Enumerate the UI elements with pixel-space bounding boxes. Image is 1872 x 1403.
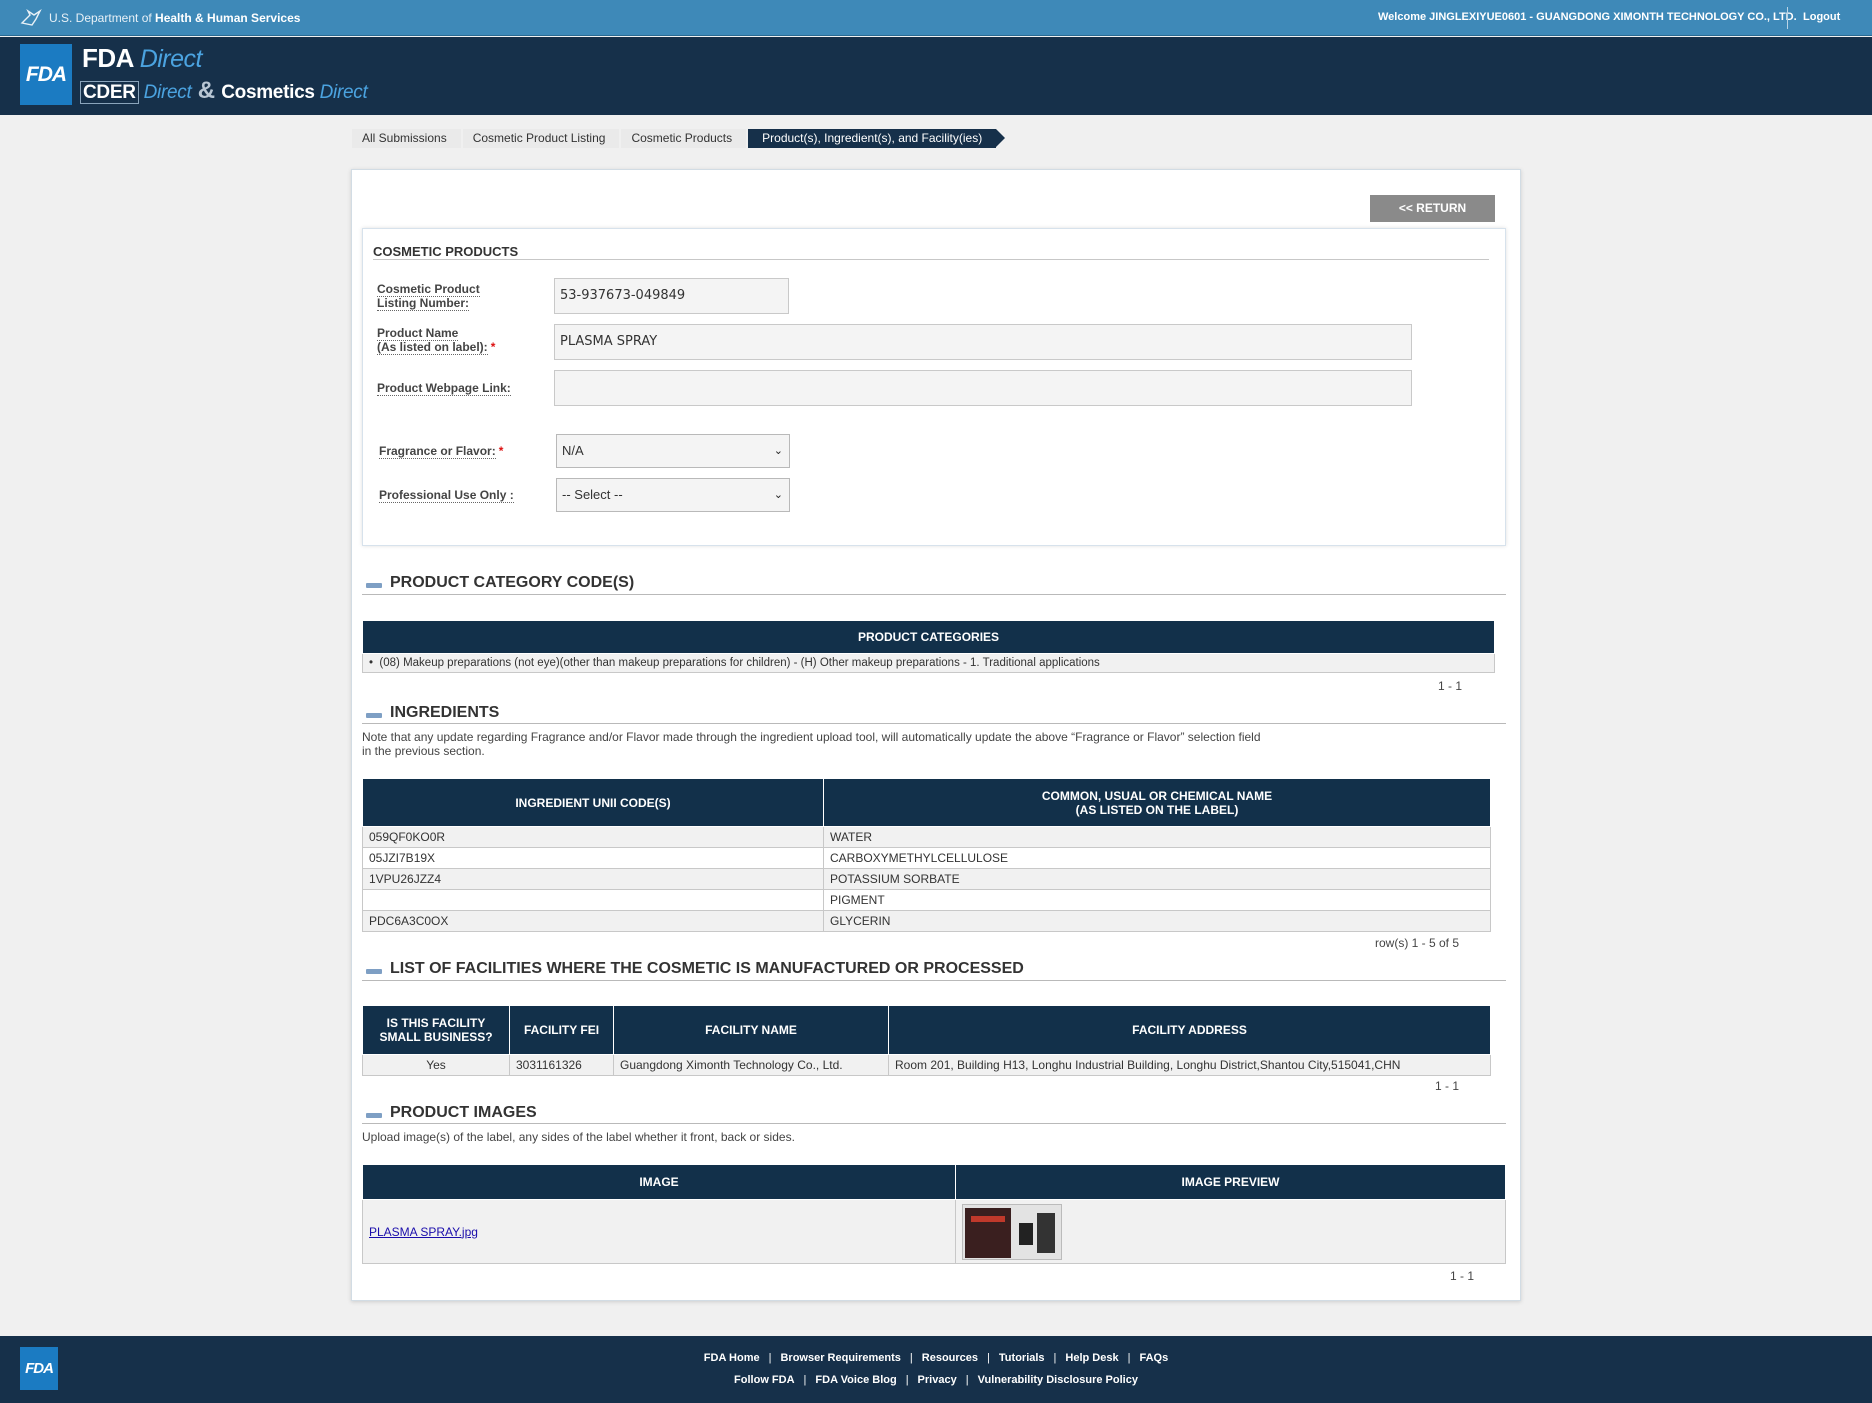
ingredients-note: Note that any update regarding Fragrance… [362, 730, 1261, 758]
cosmetic-products-title: COSMETIC PRODUCTS [373, 244, 519, 259]
ingredients-table: INGREDIENT UNII CODE(S) COMMON, USUAL OR… [362, 778, 1491, 932]
footer-link-fda-home[interactable]: FDA Home [704, 1352, 760, 1364]
required-marker: * [490, 340, 496, 354]
divider [362, 1123, 1506, 1124]
product-name-field[interactable]: PLASMA SPRAY [554, 324, 1412, 360]
product-image-thumbnail[interactable] [962, 1203, 1062, 1260]
divider [362, 594, 1506, 595]
webpage-link-label: Product Webpage Link: [377, 381, 511, 396]
footer-link-help-desk[interactable]: Help Desk [1065, 1352, 1118, 1364]
breadcrumb: All Submissions Cosmetic Product Listing… [352, 129, 1006, 148]
chevron-down-icon: ⌄ [773, 445, 783, 457]
table-row: Yes 3031161326 Guangdong Ximonth Technol… [362, 1054, 1491, 1076]
fragrance-label: Fragrance or Flavor: * [379, 444, 504, 459]
professional-use-label: Professional Use Only : [379, 488, 514, 503]
fragrance-select[interactable]: N/A ⌄ [556, 434, 790, 468]
cder-cosmetics-direct-title: CDER Direct & Cosmetics Direct [80, 77, 368, 105]
column-header-chemical-name: COMMON, USUAL OR CHEMICAL NAME (AS LISTED… [823, 778, 1491, 827]
column-header-small-business: IS THIS FACILITY SMALL BUSINESS? [362, 1005, 510, 1055]
fda-direct-title: FDA Direct [82, 43, 203, 73]
product-categories-table: PRODUCT CATEGORIES • (08) Makeup prepara… [362, 620, 1495, 673]
return-button[interactable]: << RETURN [1370, 195, 1495, 222]
breadcrumb-cosmetic-product-listing[interactable]: Cosmetic Product Listing [462, 129, 620, 148]
product-name-label: Product Name (As listed on label): * [377, 326, 496, 355]
product-images-table: IMAGE IMAGE PREVIEW PLASMA SPRAY.jpg [362, 1164, 1506, 1264]
table-row: PIGMENT [362, 889, 1491, 911]
logout-link[interactable]: Logout [1803, 11, 1840, 23]
collapse-icon[interactable] [366, 583, 382, 588]
collapse-icon[interactable] [366, 1113, 382, 1118]
table-row: 059QF0KO0R WATER [362, 826, 1491, 848]
webpage-link-field[interactable] [554, 370, 1412, 406]
collapse-icon[interactable] [366, 969, 382, 974]
divider [1787, 7, 1788, 29]
pagination-info: 1 - 1 [1438, 679, 1463, 693]
professional-use-select[interactable]: -- Select -- ⌄ [556, 478, 790, 512]
column-header-unii: INGREDIENT UNII CODE(S) [362, 778, 824, 827]
footer-link-privacy[interactable]: Privacy [918, 1374, 957, 1386]
footer-link-follow-fda[interactable]: Follow FDA [734, 1374, 795, 1386]
footer: FDA FDA Home | Browser Requirements | Resour… [0, 1336, 1872, 1403]
divider [362, 980, 1506, 981]
images-note: Upload image(s) of the label, any sides … [362, 1130, 795, 1144]
table-row: • (08) Makeup preparations (not eye)(oth… [362, 653, 1495, 673]
divider [362, 723, 1506, 724]
footer-link-browser-requirements[interactable]: Browser Requirements [780, 1352, 900, 1364]
listing-number-field[interactable]: 53-937673-049849 [554, 278, 789, 314]
column-header: PRODUCT CATEGORIES [362, 620, 1495, 654]
chevron-down-icon: ⌄ [773, 489, 783, 501]
fda-logo[interactable]: FDA [20, 44, 72, 105]
footer-link-tutorials[interactable]: Tutorials [999, 1352, 1045, 1364]
column-header-image-preview: IMAGE PREVIEW [955, 1164, 1506, 1200]
facilities-section-header[interactable]: LIST OF FACILITIES WHERE THE COSMETIC IS… [362, 960, 1262, 982]
image-file-link[interactable]: PLASMA SPRAY.jpg [369, 1225, 478, 1239]
column-header-fei: FACILITY FEI [509, 1005, 614, 1055]
collapse-icon[interactable] [366, 713, 382, 718]
table-row: 05JZI7B19X CARBOXYMETHYLCELLULOSE [362, 847, 1491, 869]
category-section-header[interactable]: PRODUCT CATEGORY CODE(S) [362, 574, 962, 596]
pagination-info: row(s) 1 - 5 of 5 [1375, 936, 1460, 950]
footer-links-row-1: FDA Home | Browser Requirements | Resources |… [703, 1352, 1169, 1364]
divider [373, 259, 1489, 260]
fda-direct-header: FDA FDA Direct CDER Direct & Cosmetics D… [0, 37, 1872, 115]
footer-link-faqs[interactable]: FAQs [1139, 1352, 1168, 1364]
breadcrumb-all-submissions[interactable]: All Submissions [352, 129, 461, 148]
footer-link-fda-voice-blog[interactable]: FDA Voice Blog [815, 1374, 896, 1386]
pagination-info: 1 - 1 [1450, 1269, 1475, 1283]
table-row: 1VPU26JZZ4 POTASSIUM SORBATE [362, 868, 1491, 890]
pagination-info: 1 - 1 [1435, 1079, 1460, 1093]
footer-links-row-2: Follow FDA | FDA Voice Blog | Privacy | Vulner… [734, 1374, 1138, 1386]
hhs-eagle-icon [20, 9, 42, 26]
column-header-image: IMAGE [362, 1164, 956, 1200]
footer-link-vulnerability-disclosure[interactable]: Vulnerability Disclosure Policy [978, 1374, 1138, 1386]
facilities-table: IS THIS FACILITY SMALL BUSINESS? FACILITY… [362, 1005, 1491, 1076]
required-marker: * [498, 444, 504, 458]
listing-number-label: Cosmetic Product Listing Number: [377, 282, 480, 311]
breadcrumb-current-page: Product(s), Ingredient(s), and Facility(… [748, 129, 1006, 148]
hhs-department-text: U.S. Department of Health & Human Servic… [49, 11, 301, 25]
table-row: PLASMA SPRAY.jpg [362, 1199, 1506, 1264]
hhs-bar: U.S. Department of Health & Human Servic… [0, 0, 1872, 36]
footer-link-resources[interactable]: Resources [922, 1352, 978, 1364]
breadcrumb-cosmetic-products[interactable]: Cosmetic Products [621, 129, 747, 148]
column-header-facility-address: FACILITY ADDRESS [888, 1005, 1491, 1055]
table-row: PDC6A3C0OX GLYCERIN [362, 910, 1491, 932]
welcome-message: Welcome JINGLEXIYUE0601 - GUANGDONG XIMO… [1378, 11, 1797, 23]
column-header-facility-name: FACILITY NAME [613, 1005, 889, 1055]
category-text: (08) Makeup preparations (not eye)(other… [379, 657, 1100, 669]
